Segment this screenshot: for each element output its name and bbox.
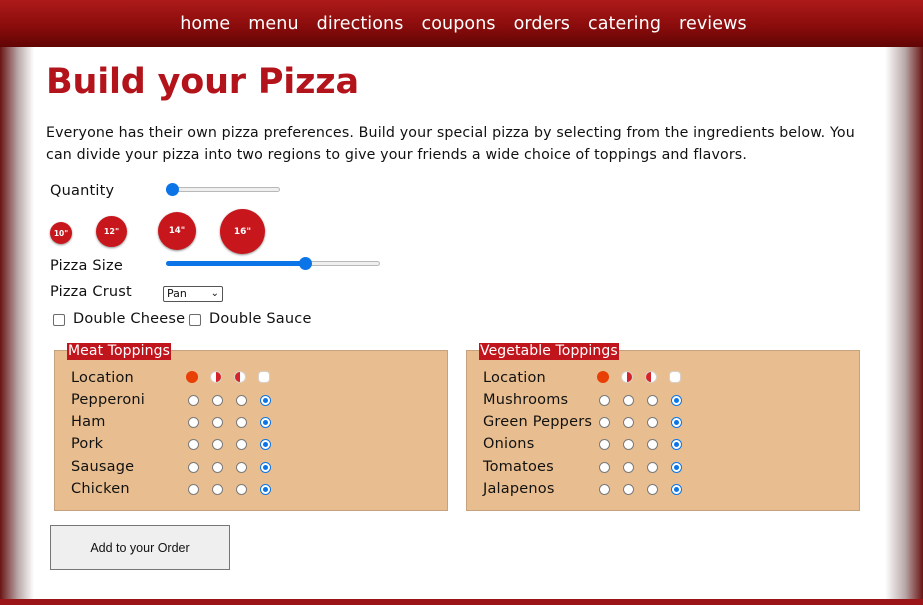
right-half-icon <box>234 371 246 383</box>
topping-location-radio[interactable] <box>623 483 634 495</box>
topping-location-radio[interactable] <box>188 461 199 473</box>
quantity-slider-track <box>166 187 280 192</box>
topping-location-radio[interactable] <box>671 417 682 429</box>
topping-location-radio[interactable] <box>188 483 199 495</box>
topping-location-radio[interactable] <box>188 395 199 406</box>
left-half-icon <box>210 371 222 383</box>
topping-location-radio[interactable] <box>671 483 682 495</box>
topping-location-radio[interactable] <box>599 483 610 495</box>
topping-label: Chicken <box>71 480 130 497</box>
pizza-size-slider-thumb[interactable] <box>299 257 313 270</box>
topping-location-radio[interactable] <box>236 417 247 429</box>
nav-directions-link[interactable]: directions <box>317 14 404 34</box>
veg-location-label: Location <box>483 370 546 386</box>
quantity-label: Quantity <box>50 183 115 199</box>
topping-location-radio[interactable] <box>647 417 658 429</box>
left-half-icon <box>621 371 633 383</box>
right-half-icon <box>645 371 657 383</box>
whole-pizza-icon <box>186 371 198 383</box>
topping-location-radio[interactable] <box>260 461 271 473</box>
pizza-size-slider[interactable] <box>166 257 380 270</box>
topping-location-radio[interactable] <box>671 439 682 451</box>
topping-location-radio[interactable] <box>671 395 682 406</box>
nav-orders-link[interactable]: orders <box>514 14 570 34</box>
topping-location-radio[interactable] <box>599 395 610 406</box>
nav-coupons-link[interactable]: coupons <box>421 14 495 34</box>
meat-toppings-panel: Meat Toppings Location Pepperoni Ham Pork S… <box>54 343 448 511</box>
pizza-size-label: Pizza Size <box>50 258 123 274</box>
main-nav: home menu directions coupons orders cate… <box>0 0 923 47</box>
chevron-down-icon: ⌄ <box>210 288 219 299</box>
topping-location-radio[interactable] <box>236 483 247 495</box>
topping-label: Jalapenos <box>483 480 555 497</box>
topping-location-radio[interactable] <box>236 461 247 473</box>
no-topping-icon <box>258 371 270 383</box>
topping-location-radio[interactable] <box>260 439 271 451</box>
topping-location-radio[interactable] <box>212 483 223 495</box>
whole-pizza-icon <box>597 371 609 383</box>
topping-location-radio[interactable] <box>623 461 634 473</box>
quantity-slider-thumb[interactable] <box>166 183 179 196</box>
topping-location-radio[interactable] <box>599 461 610 473</box>
crust-select[interactable]: Pan ⌄ <box>163 286 223 302</box>
topping-location-radio[interactable] <box>647 395 658 406</box>
topping-location-radio[interactable] <box>188 439 199 451</box>
topping-location-radio[interactable] <box>647 461 658 473</box>
size-badge-10: 10" <box>50 222 72 244</box>
topping-label: Sausage <box>71 458 135 475</box>
crust-select-value: Pan <box>167 287 187 300</box>
pizza-size-slider-fill <box>166 261 306 266</box>
double-sauce-label: Double Sauce <box>209 311 312 327</box>
nav-menu-link[interactable]: menu <box>248 14 298 34</box>
double-cheese-label: Double Cheese <box>73 311 186 327</box>
add-to-order-button[interactable]: Add to your Order <box>50 525 230 570</box>
double-cheese-checkbox[interactable] <box>53 314 65 326</box>
nav-catering-link[interactable]: catering <box>588 14 661 34</box>
size-badge-16: 16" <box>220 209 265 254</box>
topping-location-radio[interactable] <box>599 439 610 451</box>
pizza-crust-label: Pizza Crust <box>50 284 132 300</box>
topping-location-radio[interactable] <box>260 395 271 406</box>
nav-home-link[interactable]: home <box>180 14 230 34</box>
topping-label: Ham <box>71 414 106 431</box>
nav-reviews-link[interactable]: reviews <box>679 14 747 34</box>
quantity-slider[interactable] <box>166 183 280 196</box>
topping-label: Green Peppers <box>483 414 593 431</box>
size-badge-14: 14" <box>158 212 196 250</box>
size-badge-12: 12" <box>96 216 127 247</box>
vegetable-toppings-panel: Vegetable Toppings Location Mushrooms Gre… <box>466 343 860 511</box>
topping-location-radio[interactable] <box>599 417 610 429</box>
footer-bar <box>0 599 923 605</box>
topping-location-radio[interactable] <box>647 483 658 495</box>
topping-location-radio[interactable] <box>212 461 223 473</box>
vegetable-toppings-legend: Vegetable Toppings <box>479 343 619 360</box>
topping-label: Pepperoni <box>71 392 146 408</box>
topping-location-radio[interactable] <box>623 395 634 406</box>
topping-location-radio[interactable] <box>623 439 634 451</box>
meat-location-label: Location <box>71 370 134 386</box>
topping-location-radio[interactable] <box>212 439 223 451</box>
topping-location-radio[interactable] <box>623 417 634 429</box>
no-topping-icon <box>669 371 681 383</box>
topping-location-radio[interactable] <box>212 395 223 406</box>
topping-label: Tomatoes <box>483 458 554 475</box>
topping-location-radio[interactable] <box>236 395 247 406</box>
topping-location-radio[interactable] <box>647 439 658 451</box>
topping-location-radio[interactable] <box>212 417 223 429</box>
topping-label: Onions <box>483 436 535 453</box>
topping-location-radio[interactable] <box>260 417 271 429</box>
topping-label: Pork <box>71 436 104 453</box>
intro-text: Everyone has their own pizza preferences… <box>46 125 855 163</box>
meat-toppings-legend: Meat Toppings <box>67 343 171 360</box>
topping-location-radio[interactable] <box>236 439 247 451</box>
double-sauce-checkbox[interactable] <box>189 314 201 326</box>
page-title: Build your Pizza <box>46 62 359 102</box>
topping-location-radio[interactable] <box>188 417 199 429</box>
topping-location-radio[interactable] <box>671 461 682 473</box>
topping-location-radio[interactable] <box>260 483 271 495</box>
topping-label: Mushrooms <box>483 392 569 408</box>
